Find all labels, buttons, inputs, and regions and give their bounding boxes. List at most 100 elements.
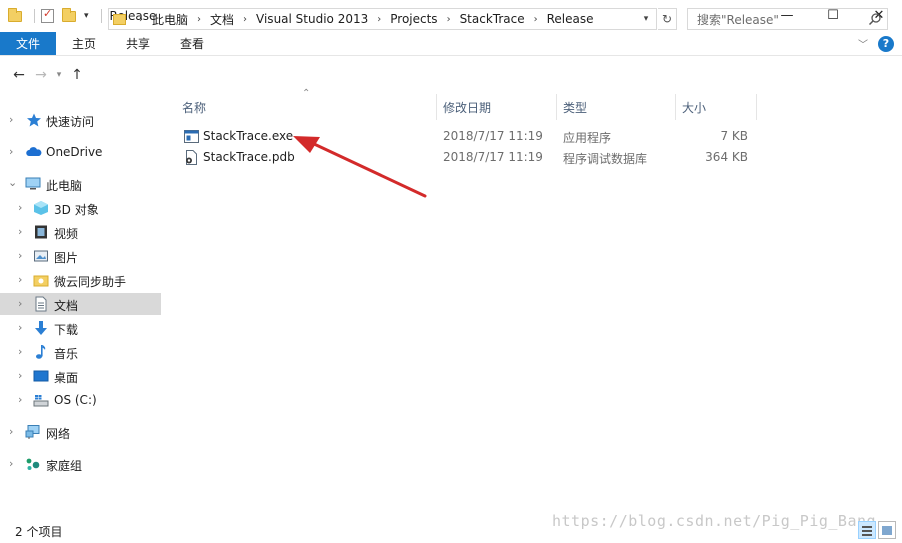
pdb-icon [186,150,197,165]
help-icon[interactable]: ? [878,35,894,52]
chevron-down-icon[interactable]: ⌄ [8,176,17,189]
view-toggle [858,521,896,539]
column-header-name[interactable]: 名称 [182,94,206,120]
chevron-right-icon[interactable]: › [9,145,13,158]
file-type: 应用程序 [563,131,612,145]
chevron-right-icon[interactable]: › [440,14,458,25]
chevron-right-icon[interactable]: › [18,273,22,286]
nav-item-homegroup[interactable]: › 家庭组 [0,453,161,475]
star-icon [27,113,41,127]
large-icons-view-icon[interactable] [878,521,896,539]
breadcrumb-this-pc[interactable]: 此电脑 [150,11,190,28]
column-divider[interactable] [675,94,676,120]
file-name[interactable]: StackTrace.pdb [203,150,295,164]
column-header-date[interactable]: 修改日期 [443,94,491,120]
column-divider[interactable] [436,94,437,120]
address-history-dropdown-icon[interactable]: ▾ [636,9,656,29]
nav-item-quick-access[interactable]: › 快速访问 [0,109,161,131]
ribbon-tabs: 文件 主页 共享 查看 ﹀ ? [0,32,902,56]
download-icon [35,321,47,335]
nav-item-downloads[interactable]: › 下载 [0,317,161,339]
nav-item-3d-objects[interactable]: › 3D 对象 [0,197,161,219]
nav-item-desktop[interactable]: › 桌面 [0,365,161,387]
column-header-size[interactable]: 大小 [682,94,706,120]
file-date: 2018/7/17 11:19 [443,129,543,143]
chevron-right-icon[interactable]: › [18,225,22,238]
nav-label: 音乐 [54,347,79,361]
nav-item-videos[interactable]: › 视频 [0,221,161,243]
customize-toolbar-dropdown-icon[interactable]: ▾ [84,11,89,21]
chevron-right-icon[interactable]: › [132,14,150,25]
nav-item-this-pc[interactable]: ⌄ 此电脑 [0,173,161,195]
nav-label: 快速访问 [46,115,95,129]
ribbon-right: ﹀ ? [858,32,902,55]
refresh-icon[interactable]: ↻ [658,8,677,30]
search-placeholder: 搜索"Release" [697,12,779,27]
chevron-right-icon[interactable]: › [9,425,13,438]
chevron-right-icon[interactable]: › [18,249,22,262]
chevron-right-icon[interactable]: › [18,393,22,406]
nav-item-weiyun[interactable]: › 微云同步助手 [0,269,161,291]
file-size: 7 KB [720,129,748,143]
network-icon [25,425,40,439]
file-row[interactable]: StackTrace.exe 2018/7/17 11:19 应用程序 7 KB [162,126,902,147]
nav-item-network[interactable]: › 网络 [0,421,161,443]
search-input[interactable]: 搜索"Release" [687,8,888,30]
exe-icon [184,130,199,143]
nav-label: 下载 [54,323,79,337]
folder-icon [113,13,126,25]
chevron-right-icon[interactable]: › [236,14,254,25]
chevron-right-icon[interactable]: › [190,14,208,25]
chevron-right-icon[interactable]: › [527,14,545,25]
back-arrow-icon[interactable]: ← [8,64,30,86]
chevron-right-icon[interactable]: › [18,345,22,358]
tab-view[interactable]: 查看 [164,32,220,55]
tab-share[interactable]: 共享 [112,32,164,55]
chevron-right-icon[interactable]: › [18,321,22,334]
address-bar[interactable]: › 此电脑 › 文档 › Visual Studio 2013 › Projec… [108,8,657,30]
breadcrumb-release[interactable]: Release [545,12,596,26]
search-icon[interactable] [868,12,882,26]
tab-file[interactable]: 文件 [0,32,56,55]
new-folder-icon[interactable] [62,7,76,22]
column-divider[interactable] [556,94,557,120]
nav-item-music[interactable]: › 音乐 [0,341,161,363]
nav-label: OS (C:) [54,393,97,407]
nav-item-pictures[interactable]: › 图片 [0,245,161,267]
chevron-right-icon[interactable]: › [9,113,13,126]
chevron-right-icon[interactable]: › [9,457,13,470]
up-arrow-icon[interactable]: ↑ [66,64,88,86]
chevron-right-icon[interactable]: › [18,201,22,214]
film-icon [35,225,47,239]
breadcrumb-documents[interactable]: 文档 [208,11,236,28]
column-header-type[interactable]: 类型 [563,94,587,120]
breadcrumb-visual-studio[interactable]: Visual Studio 2013 [254,12,370,26]
nav-label: 视频 [54,227,79,241]
nav-item-onedrive[interactable]: › OneDrive [0,141,161,163]
cube-icon [34,201,48,215]
chevron-right-icon[interactable]: › [370,14,388,25]
drive-icon [33,395,49,407]
expand-ribbon-icon[interactable]: ﹀ [858,36,868,51]
computer-icon [25,177,41,190]
file-name[interactable]: StackTrace.exe [203,129,293,143]
sort-ascending-icon: ⌃ [302,88,311,99]
nav-item-os-drive[interactable]: › OS (C:) [0,389,161,411]
recent-locations-dropdown-icon[interactable]: ▾ [52,64,66,86]
breadcrumb-projects[interactable]: Projects [388,12,439,26]
file-size: 364 KB [705,150,748,164]
details-view-icon[interactable] [858,521,876,539]
chevron-right-icon[interactable]: › [18,369,22,382]
forward-arrow-icon[interactable]: → [30,64,52,86]
properties-icon[interactable] [41,7,54,23]
file-list: ⌃ 名称 修改日期 类型 大小 StackTrace.exe 2018/7/17… [162,88,902,514]
file-row[interactable]: StackTrace.pdb 2018/7/17 11:19 程序调试数据库 3… [162,147,902,168]
breadcrumb-stacktrace[interactable]: StackTrace [458,12,527,26]
folder-icon [8,7,22,22]
nav-item-documents[interactable]: › 文档 [0,293,161,315]
tab-home[interactable]: 主页 [56,32,112,55]
quick-access-toolbar: ▾ [0,0,108,32]
picture-icon [34,250,48,262]
chevron-right-icon[interactable]: › [18,297,22,310]
column-divider[interactable] [756,94,757,120]
